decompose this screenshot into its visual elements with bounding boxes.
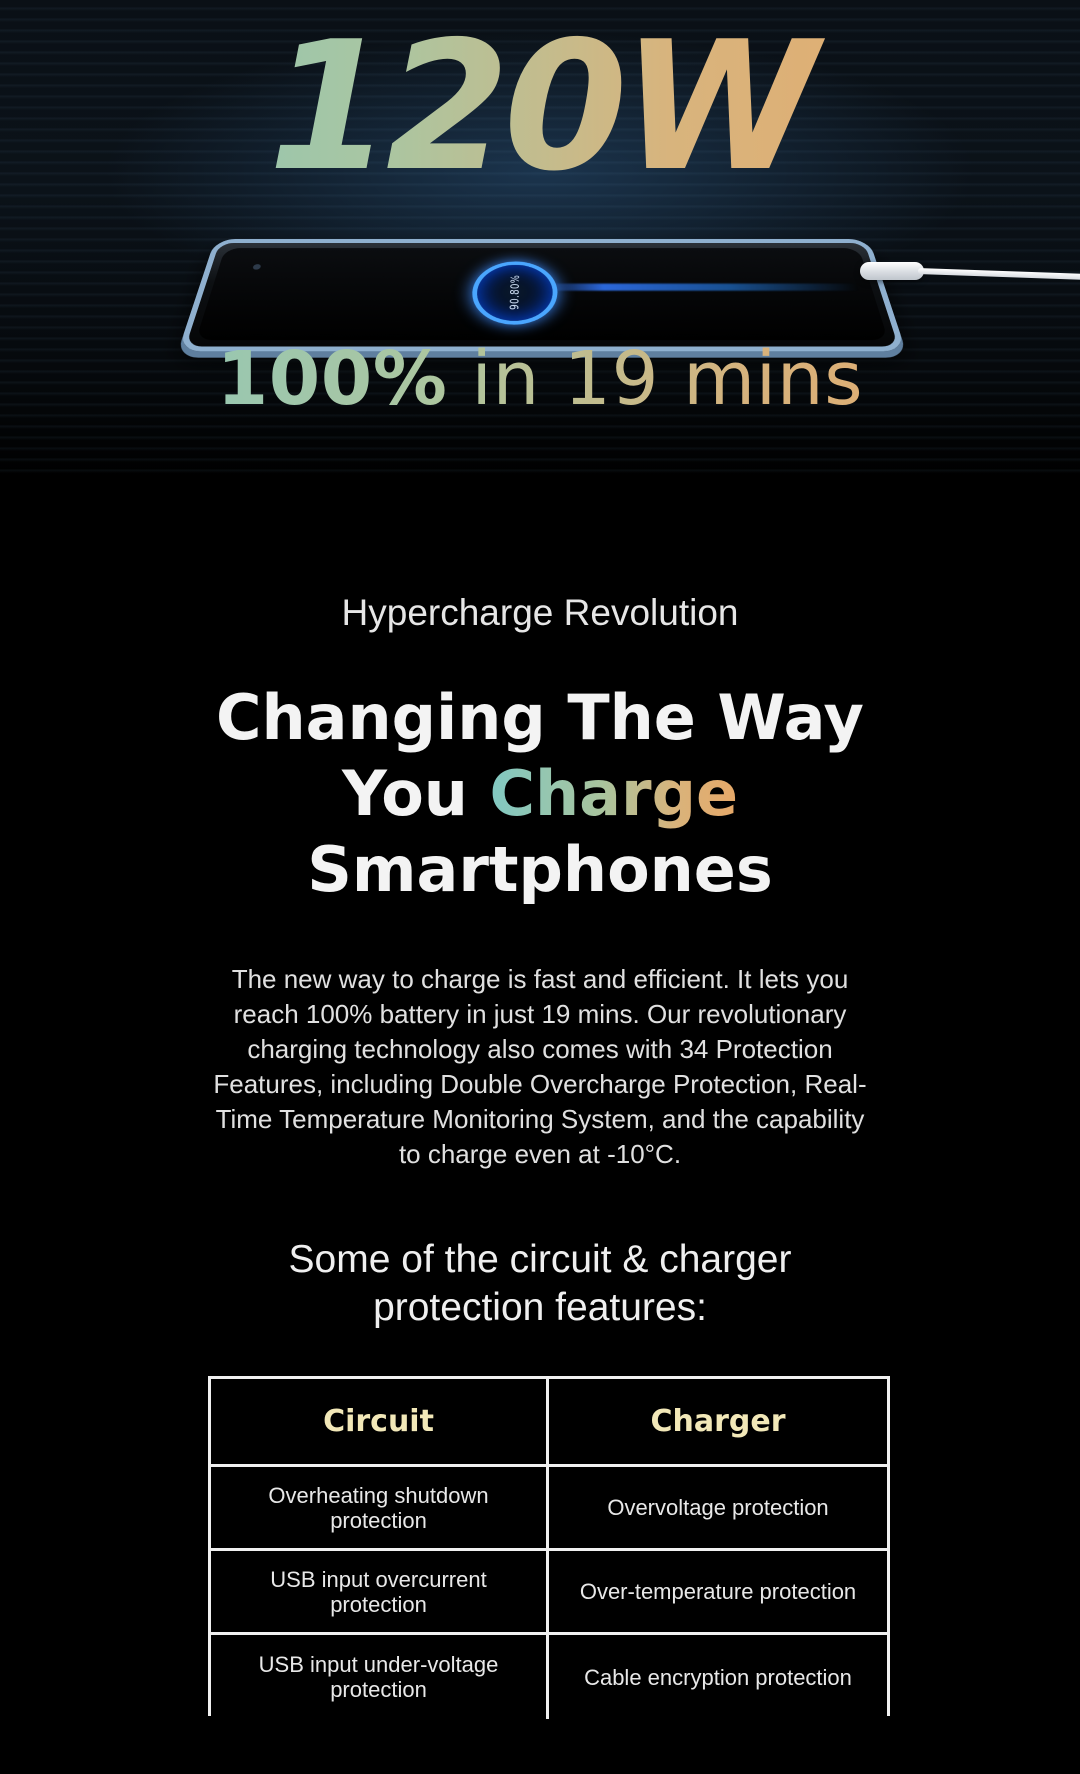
phone-screen: 90.80% [195,248,889,341]
table-cell-charger-row-1: Overvoltage protection [549,1467,887,1551]
table-cell-circuit-row-1: Overheating shutdown protection [211,1467,549,1551]
table-cell-charger-row-2: Over-temperature protection [549,1551,887,1635]
protection-features-grid: Circuit Charger Overheating shutdown pro… [211,1379,887,1719]
headline-line-1: Changing The Way [216,681,864,754]
hero-subtitle-duration: in 19 mins [447,336,864,422]
hero-title-120w: 120W [0,18,1080,196]
headline-line-2: You Charge [0,756,1080,832]
protection-features-table: Circuit Charger Overheating shutdown pro… [208,1376,890,1719]
smartphone-image: 90.80% [177,239,907,352]
front-camera-icon [252,264,262,270]
table-header-circuit: Circuit [211,1379,549,1467]
usb-plug [860,262,924,280]
hero-subtitle: 100% in 19 mins [0,336,1080,422]
section-body-text: The new way to charge is fast and effici… [213,964,867,1169]
charging-percent: 90.80% [507,274,523,310]
usb-cable-image [860,262,1080,280]
headline-line-3: Smartphones [307,833,773,906]
features-title: Some of the circuit & charger protection… [288,1238,792,1329]
section-eyebrow: Hypercharge Revolution [341,592,739,633]
headline-accent-word: Charge [489,757,738,830]
table-cell-circuit-row-3: USB input under-voltage protection [211,1635,549,1719]
cable-wire [917,268,1080,280]
section-headline: Changing The Way You Charge Smartphones [0,680,1080,908]
table-cell-charger-row-3: Cable encryption protection [549,1635,887,1719]
charging-ring-icon: 90.80% [470,261,558,325]
table-header-charger: Charger [549,1379,887,1467]
charging-beam [540,283,859,291]
headline-line-2-prefix: You [341,757,490,830]
hero-subtitle-percent: 100% [216,336,448,422]
hero-banner: 120W 90.80% 100% in 19 mins [0,0,1080,480]
table-cell-circuit-row-2: USB input overcurrent protection [211,1551,549,1635]
